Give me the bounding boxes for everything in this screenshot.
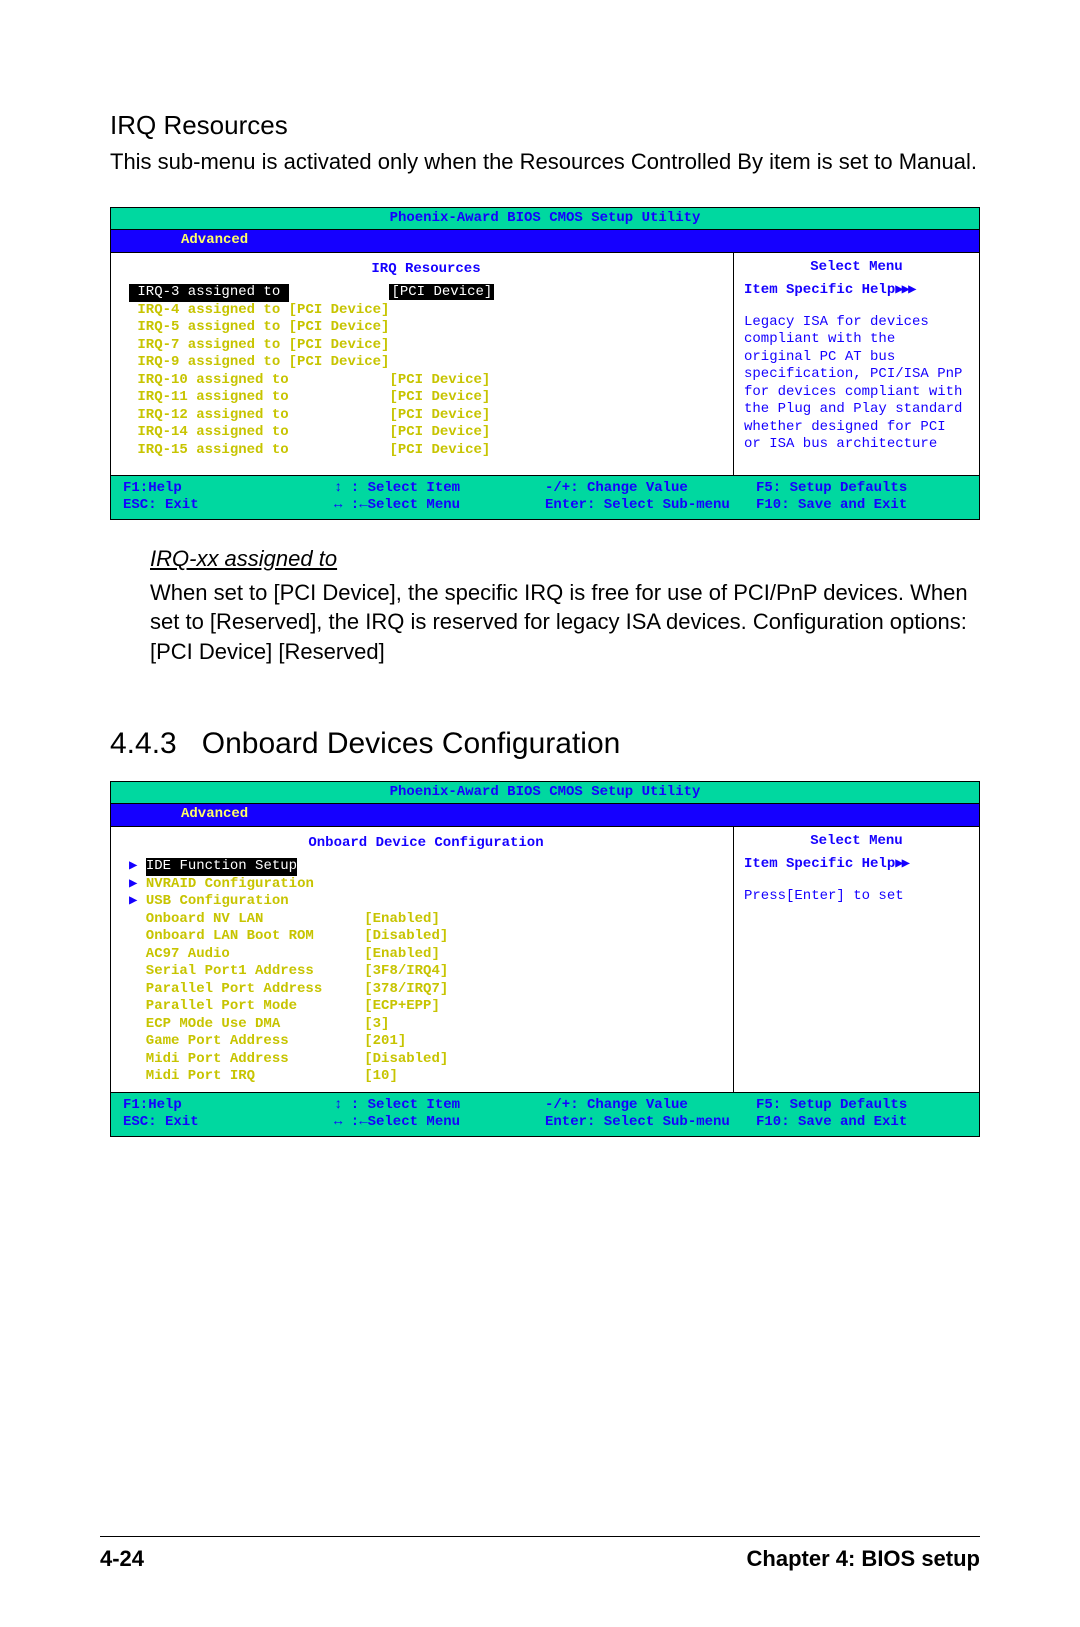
irq-row: IRQ-5 assigned to [PCI Device] (129, 319, 723, 337)
irq-row: IRQ-12 assigned to [PCI Device] (129, 407, 723, 425)
irq-row: IRQ-7 assigned to [PCI Device] (129, 337, 723, 355)
bios-tab-bar: Advanced (111, 230, 979, 253)
config-row: AC97 Audio [Enabled] (129, 946, 723, 964)
config-row: Onboard NV LAN [Enabled] (129, 911, 723, 929)
bios-panel-title: IRQ Resources (129, 259, 723, 285)
help-text: Legacy ISA for devices compliant with th… (744, 314, 969, 454)
irq-row: IRQ-11 assigned to [PCI Device] (129, 389, 723, 407)
bios-screenshot-onboard: Phoenix-Award BIOS CMOS Setup Utility Ad… (110, 781, 980, 1137)
bios-header: Phoenix-Award BIOS CMOS Setup Utility (111, 782, 979, 805)
help-heading: Item Specific Help▶▶▶ (744, 282, 969, 300)
bios-header: Phoenix-Award BIOS CMOS Setup Utility (111, 208, 979, 231)
config-row: ECP MOde Use DMA [3] (129, 1016, 723, 1034)
bios-right-title: Select Menu (744, 833, 969, 857)
submenu-item: ▶ IDE Function Setup (129, 858, 723, 876)
config-row: Midi Port Address [Disabled] (129, 1051, 723, 1069)
config-row: Onboard LAN Boot ROM [Disabled] (129, 928, 723, 946)
config-row: Game Port Address [201] (129, 1033, 723, 1051)
irq-row: IRQ-9 assigned to [PCI Device] (129, 354, 723, 372)
section-intro: This sub-menu is activated only when the… (110, 147, 980, 177)
bios-tab-bar: Advanced (111, 804, 979, 827)
irq-row: IRQ-3 assigned to [PCI Device] (129, 284, 723, 302)
param-title: IRQ-xx assigned to (150, 546, 980, 572)
bios-footer: F1:Help ↕ : Select Item -/+: Change Valu… (111, 476, 979, 519)
bios-right-title: Select Menu (744, 259, 969, 283)
irq-row: IRQ-15 assigned to [PCI Device] (129, 442, 723, 460)
section-title: IRQ Resources (110, 110, 980, 141)
config-row: Parallel Port Mode [ECP+EPP] (129, 998, 723, 1016)
config-row: Serial Port1 Address [3F8/IRQ4] (129, 963, 723, 981)
config-row: Midi Port IRQ [10] (129, 1068, 723, 1086)
irq-row: IRQ-10 assigned to [PCI Device] (129, 372, 723, 390)
page-number: 4-24 (100, 1546, 144, 1572)
submenu-item: ▶ USB Configuration (129, 893, 723, 911)
footer-rule (100, 1536, 980, 1537)
submenu-item: ▶ NVRAID Configuration (129, 876, 723, 894)
help-heading: Item Specific Help▶▶ (744, 856, 969, 874)
chapter-label: Chapter 4: BIOS setup (747, 1546, 980, 1572)
param-description: When set to [PCI Device], the specific I… (150, 578, 980, 667)
bios-screenshot-irq: Phoenix-Award BIOS CMOS Setup Utility Ad… (110, 207, 980, 520)
help-text: Press[Enter] to set (744, 888, 969, 906)
config-row: Parallel Port Address [378/IRQ7] (129, 981, 723, 999)
irq-row: IRQ-4 assigned to [PCI Device] (129, 302, 723, 320)
bios-footer: F1:Help ↕ : Select Item -/+: Change Valu… (111, 1093, 979, 1136)
bios-panel-title: Onboard Device Configuration (129, 833, 723, 859)
section-heading: 4.4.3 Onboard Devices Configuration (110, 727, 980, 761)
irq-row: IRQ-14 assigned to [PCI Device] (129, 424, 723, 442)
